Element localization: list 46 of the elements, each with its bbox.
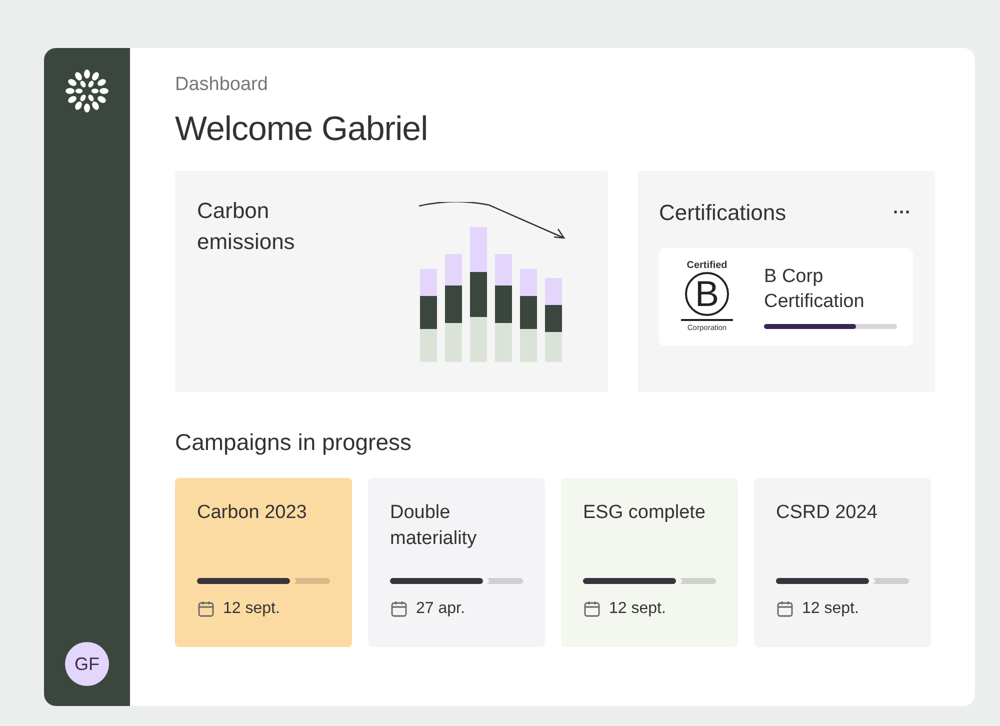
bar-segment (520, 296, 537, 329)
b-logo-circle: B (685, 272, 729, 316)
card-title: Carbon emissions (197, 197, 296, 256)
campaign-card[interactable]: CSRD 2024 12 sept. (754, 478, 931, 647)
bar-segment (470, 227, 487, 272)
campaign-name: Carbon 2023 (197, 501, 308, 525)
calendar-icon (197, 600, 215, 618)
carbon-emissions-card[interactable]: Carbon emissions (175, 171, 608, 392)
bar-segment (470, 272, 487, 317)
due-date: 12 sept. (223, 600, 280, 618)
bar-segment (520, 269, 537, 296)
due-date: 12 sept. (609, 600, 666, 618)
bar-segment (520, 329, 537, 362)
calendar-icon (390, 600, 408, 618)
bar-segment (545, 278, 562, 305)
card-title: Certifications (659, 199, 786, 227)
bar-segment (470, 317, 487, 362)
calendar-icon (583, 600, 601, 618)
bar-segment (445, 286, 462, 323)
campaign-card[interactable]: ESG complete 12 sept. (561, 478, 738, 647)
bar-segment (420, 329, 437, 362)
bar-segment (495, 254, 512, 286)
due-date: 12 sept. (802, 600, 859, 618)
campaign-card[interactable]: Carbon 2023 12 sept. (175, 478, 352, 647)
campaign-name: CSRD 2024 (776, 501, 878, 525)
section-heading: Campaigns in progress (175, 429, 413, 456)
bar-segment (445, 323, 462, 362)
bar-segment (545, 305, 562, 332)
welcome-heading: Welcome Gabriel (175, 110, 429, 149)
flower-logo-icon (64, 68, 110, 114)
bar-segment (495, 323, 512, 362)
due-date: 27 apr. (416, 600, 465, 618)
bar-segment (420, 269, 437, 296)
certification-name: B Corp Certification (764, 264, 866, 314)
bar-segment (495, 286, 512, 323)
calendar-icon (776, 600, 794, 618)
more-options-button[interactable]: ··· (891, 202, 913, 223)
bar-segment (420, 296, 437, 329)
campaign-name: Double materiality (390, 501, 478, 551)
campaign-card[interactable]: Double materiality 27 apr. (368, 478, 545, 647)
user-avatar[interactable]: GF (65, 642, 109, 686)
bar-segment (545, 332, 562, 362)
bar-segment (445, 254, 462, 286)
breadcrumb: Dashboard (175, 74, 269, 96)
logo-caption: Certified (686, 260, 728, 271)
campaign-name: ESG complete (583, 501, 706, 525)
